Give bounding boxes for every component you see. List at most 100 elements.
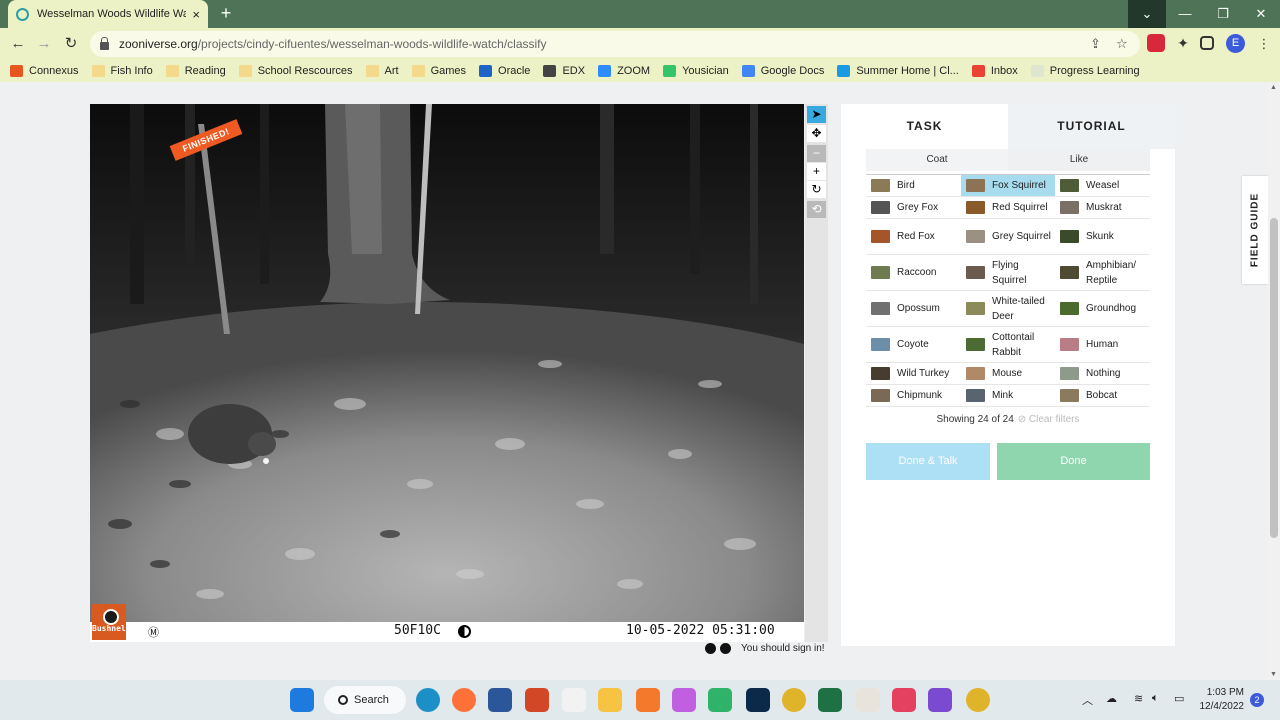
- species-option[interactable]: Chipmunk: [866, 385, 960, 406]
- species-option[interactable]: Skunk: [1055, 219, 1149, 254]
- species-option[interactable]: Bobcat: [1055, 385, 1149, 406]
- bookmark-item[interactable]: EDX: [543, 65, 585, 77]
- edge-icon[interactable]: [416, 688, 440, 712]
- close-window-button[interactable]: ✕: [1242, 0, 1280, 28]
- chrome-icon[interactable]: [782, 688, 806, 712]
- side-panel-icon[interactable]: [1200, 36, 1214, 50]
- tab-search-button[interactable]: ⌄: [1128, 0, 1166, 28]
- pan-tool-button[interactable]: ✥: [807, 125, 826, 142]
- species-option[interactable]: Wild Turkey: [866, 363, 960, 384]
- species-option[interactable]: Grey Fox: [866, 197, 960, 218]
- species-option[interactable]: Flying Squirrel: [961, 255, 1055, 290]
- scroll-up-arrow-icon[interactable]: ▲: [1270, 84, 1277, 91]
- pointer-tool-button[interactable]: ➤: [807, 106, 826, 123]
- bookmark-item[interactable]: ZOOM: [598, 65, 650, 77]
- browser-menu-icon[interactable]: ⋮: [1254, 34, 1274, 54]
- wifi-icon[interactable]: ≋: [1134, 692, 1143, 705]
- species-option[interactable]: Mouse: [961, 363, 1055, 384]
- tab-close-icon[interactable]: ×: [192, 7, 200, 22]
- bookmark-item[interactable]: Yousician: [663, 65, 729, 77]
- battery-icon[interactable]: ▭: [1174, 692, 1184, 705]
- filter-like[interactable]: Like: [1008, 149, 1150, 171]
- system-clock[interactable]: 1:03 PM 12/4/2022: [1196, 686, 1245, 714]
- lightroom-icon[interactable]: [746, 688, 770, 712]
- chrome-profile-icon[interactable]: [966, 688, 990, 712]
- zoom-out-tool-button[interactable]: −: [807, 145, 826, 162]
- address-bar[interactable]: zooniverse.org/projects/cindy-cifuentes/…: [90, 31, 1140, 57]
- tray-chevron-icon[interactable]: ︿: [1082, 692, 1093, 708]
- bookmark-star-icon[interactable]: ☆: [1116, 36, 1128, 52]
- species-option[interactable]: Raccoon: [866, 255, 960, 290]
- taskbar-search[interactable]: Search: [324, 686, 406, 714]
- species-option[interactable]: Muskrat: [1055, 197, 1149, 218]
- bookmark-item[interactable]: Connexus: [10, 65, 79, 77]
- share-icon[interactable]: ⇪: [1090, 36, 1101, 52]
- species-option[interactable]: Groundhog: [1055, 291, 1149, 326]
- file-explorer-icon[interactable]: [598, 688, 622, 712]
- field-guide-tab[interactable]: FIELD GUIDE: [1242, 176, 1268, 284]
- species-option[interactable]: Grey Squirrel: [961, 219, 1055, 254]
- reload-icon[interactable]: ↻: [61, 34, 81, 54]
- rotate-tool-button[interactable]: ↻: [807, 181, 826, 198]
- bookmark-item[interactable]: Fish Info: [91, 65, 153, 77]
- clapper-icon[interactable]: [928, 688, 952, 712]
- species-option[interactable]: Coyote: [866, 327, 960, 362]
- tab-task[interactable]: TASK: [841, 104, 1008, 149]
- profile-avatar[interactable]: E: [1226, 34, 1245, 53]
- tab-tutorial[interactable]: TUTORIAL: [1008, 104, 1175, 149]
- panda-app-icon[interactable]: [562, 688, 586, 712]
- bookmark-item[interactable]: Oracle: [479, 65, 530, 77]
- restore-button[interactable]: ❐: [1204, 0, 1242, 28]
- bookmark-item[interactable]: Google Docs: [741, 65, 824, 77]
- done-and-talk-button[interactable]: Done & Talk: [866, 443, 990, 480]
- bookmark-item[interactable]: Reading: [165, 65, 226, 77]
- info-icon[interactable]: [720, 643, 731, 654]
- bookmark-item[interactable]: School Rescources: [238, 65, 353, 77]
- reset-tool-button[interactable]: ⟲: [807, 201, 826, 218]
- forward-arrow-icon[interactable]: →: [34, 34, 54, 54]
- instagram-icon[interactable]: [892, 688, 916, 712]
- paint-icon[interactable]: [856, 688, 880, 712]
- species-option[interactable]: Bird: [866, 175, 960, 196]
- bookmark-item[interactable]: Summer Home | Cl...: [837, 65, 959, 77]
- species-option[interactable]: Nothing: [1055, 363, 1149, 384]
- species-option[interactable]: Red Squirrel: [961, 197, 1055, 218]
- minimize-button[interactable]: —: [1166, 0, 1204, 28]
- shield-extension-icon[interactable]: [1147, 34, 1165, 52]
- species-option[interactable]: Fox Squirrel: [961, 175, 1055, 196]
- extensions-puzzle-icon[interactable]: ✦: [1174, 34, 1192, 52]
- species-option[interactable]: Human: [1055, 327, 1149, 362]
- powerpoint-icon[interactable]: [525, 688, 549, 712]
- contrast-icon[interactable]: [705, 643, 716, 654]
- browser-tab[interactable]: Wesselman Woods Wildlife Watc ×: [8, 0, 208, 28]
- firefox-icon[interactable]: [452, 688, 476, 712]
- word-icon[interactable]: [488, 688, 512, 712]
- species-option[interactable]: White-tailed Deer: [961, 291, 1055, 326]
- onedrive-cloud-icon[interactable]: ☁: [1106, 692, 1117, 705]
- filter-coat[interactable]: Coat: [866, 149, 1008, 171]
- back-arrow-icon[interactable]: ←: [8, 34, 28, 54]
- scrollbar-thumb[interactable]: [1270, 218, 1278, 538]
- species-option[interactable]: Opossum: [866, 291, 960, 326]
- notification-badge[interactable]: 2: [1250, 693, 1264, 707]
- zoom-in-tool-button[interactable]: +: [807, 163, 826, 180]
- bookmark-item[interactable]: Inbox: [971, 65, 1018, 77]
- species-option[interactable]: Mink: [961, 385, 1055, 406]
- scroll-down-arrow-icon[interactable]: ▼: [1270, 671, 1277, 678]
- excel-icon[interactable]: [818, 688, 842, 712]
- bookmark-item[interactable]: Progress Learning: [1030, 65, 1140, 77]
- page-scrollbar[interactable]: ▲ ▼: [1268, 82, 1280, 680]
- species-option[interactable]: Cottontail Rabbit: [961, 327, 1055, 362]
- color-app-icon[interactable]: [672, 688, 696, 712]
- windows-start-icon[interactable]: [290, 688, 314, 712]
- new-tab-button[interactable]: +: [216, 3, 236, 23]
- done-button[interactable]: Done: [997, 443, 1150, 480]
- robot-app-icon[interactable]: [708, 688, 732, 712]
- clear-filters-link[interactable]: ⊘ Clear filters: [1018, 414, 1080, 425]
- species-option[interactable]: Red Fox: [866, 219, 960, 254]
- bookmark-item[interactable]: Art: [365, 65, 399, 77]
- subject-image-frame[interactable]: FINISHED! Bushnell Ⓜ 50F10C 10-05-2022 0…: [90, 104, 804, 642]
- bookmark-item[interactable]: Games: [411, 65, 466, 77]
- volume-icon[interactable]: 🔈︎: [1152, 692, 1159, 705]
- blender-icon[interactable]: [636, 688, 660, 712]
